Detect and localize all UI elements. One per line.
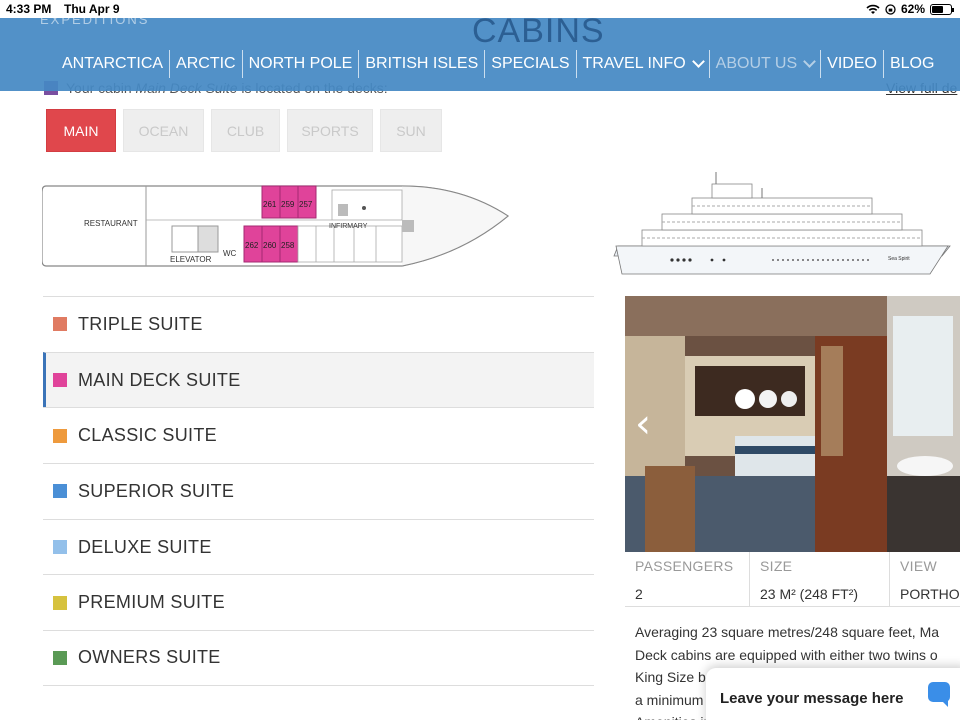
suite-triple-suite[interactable]: TRIPLE SUITE [43, 296, 594, 352]
cabin-number[interactable]: 258 [281, 241, 295, 250]
cabin-number[interactable]: 261 [263, 200, 277, 209]
suite-color-swatch [53, 428, 67, 443]
spec-view: VIEW PORTHO [890, 552, 960, 606]
nav-item-label: SPECIALS [491, 55, 570, 72]
battery-icon [930, 3, 954, 15]
orientation-lock-icon [885, 3, 896, 15]
infirmary-label: INFIRMARY [329, 223, 368, 230]
nav-item-about-us[interactable]: ABOUT US [708, 50, 821, 78]
nav-item-specials[interactable]: SPECIALS [484, 50, 575, 78]
spec-label: SIZE [760, 558, 793, 574]
chevron-down-icon [691, 55, 705, 68]
nav-item-video[interactable]: VIDEO [820, 50, 883, 78]
deck-tab-sun[interactable]: SUN [380, 109, 442, 152]
nav-item-north-pole[interactable]: NORTH POLE [241, 50, 359, 78]
cabin-number[interactable]: 257 [299, 200, 313, 209]
nav-item-label: NORTH POLE [248, 55, 353, 72]
spec-passengers: PASSENGERS 2 [625, 552, 750, 606]
suite-color-swatch [53, 540, 67, 555]
suite-color-swatch [53, 650, 67, 665]
deck-tab-ocean[interactable]: OCEAN [123, 109, 204, 152]
spec-label: VIEW [900, 558, 937, 574]
nav-item-travel-info[interactable]: TRAVEL INFO [575, 50, 709, 78]
nav-item-label: VIDEO [827, 55, 877, 72]
spec-label: PASSENGERS [635, 558, 734, 574]
suite-list: TRIPLE SUITE MAIN DECK SUITE CLASSIC SUITE… [43, 296, 594, 686]
status-bar: 4:33 PM Thu Apr 9 62% [0, 0, 960, 18]
main-nav: EXPEDITIONS CABINS ANTARCTICA ARCTIC NORTH… [0, 18, 960, 91]
nav-item-british-isles[interactable]: BRITISH ISLES [358, 50, 484, 78]
elevator-label: ELEVATOR [170, 255, 212, 264]
gallery-prev-arrow-icon[interactable]: ‹ [635, 404, 651, 444]
cabin-photo [625, 296, 960, 552]
nav-item-label: BLOG [889, 55, 935, 72]
wc-label: WC [223, 249, 237, 258]
deck-tab-main[interactable]: MAIN [46, 109, 116, 152]
suite-name: CLASSIC SUITE [78, 425, 217, 446]
ship-name-label: Sea Spirit [888, 256, 910, 262]
logo[interactable]: EXPEDITIONS [40, 18, 260, 27]
nav-item-blog[interactable]: BLOG [882, 50, 940, 78]
cabin-number[interactable]: 259 [281, 200, 295, 209]
restaurant-label: RESTAURANT [84, 219, 138, 228]
suite-color-swatch [53, 317, 67, 332]
deck-tabs: MAIN OCEAN CLUB SPORTS SUN [46, 109, 442, 152]
suite-name: OWNERS SUITE [78, 647, 221, 668]
ship-profile-image: Sea Spirit [613, 172, 951, 275]
suite-name: SUPERIOR SUITE [78, 480, 235, 501]
suite-classic-suite[interactable]: CLASSIC SUITE [43, 407, 594, 463]
cabin-specs: PASSENGERS 2 SIZE 23 M² (248 FT²) VIEW PORTHO [625, 552, 960, 607]
suite-name: PREMIUM SUITE [78, 592, 225, 613]
suite-premium-suite[interactable]: PREMIUM SUITE [43, 574, 594, 630]
suite-name: MAIN DECK SUITE [78, 369, 241, 390]
nav-item-arctic[interactable]: ARCTIC [169, 50, 242, 78]
cabin-photo-gallery[interactable]: ‹ [625, 296, 960, 552]
suite-name: TRIPLE SUITE [78, 313, 203, 334]
suite-color-swatch [53, 373, 67, 388]
suite-deluxe-suite[interactable]: DELUXE SUITE [43, 518, 594, 575]
spec-size: SIZE 23 M² (248 FT²) [750, 552, 890, 606]
battery-percent: 62% [900, 2, 925, 16]
page-title: CABINS [472, 18, 605, 50]
suite-superior-suite[interactable]: SUPERIOR SUITE [43, 463, 594, 519]
wifi-icon [866, 4, 880, 14]
nav-item-label: ANTARCTICA [62, 55, 164, 72]
suite-color-swatch [53, 595, 67, 610]
description-line: Deck cabins are equipped with either two… [635, 646, 938, 663]
suite-owners-suite[interactable]: OWNERS SUITE [43, 630, 594, 686]
cabin-number[interactable]: 260 [263, 241, 277, 250]
chat-bubble-icon[interactable] [928, 682, 950, 707]
nav-item-label: BRITISH ISLES [365, 55, 479, 72]
chevron-down-icon [803, 55, 817, 68]
spec-value: 23 M² (248 FT²) [760, 586, 859, 602]
nav-item-label: ABOUT US [715, 55, 798, 72]
nav-item-antarctica[interactable]: ANTARCTICA [56, 50, 169, 78]
deck-plan: RESTAURANT ELEVATOR WC INFIRMARY 261 259 2… [42, 185, 510, 267]
status-time: 4:33 PM [6, 2, 52, 16]
chat-label: Leave your message here [720, 689, 904, 707]
description-line: Averaging 23 square metres/248 square fe… [635, 624, 940, 640]
suite-color-swatch [53, 484, 67, 499]
deck-tab-club[interactable]: CLUB [211, 109, 280, 152]
suite-name: DELUXE SUITE [78, 536, 212, 557]
deck-tab-sports[interactable]: SPORTS [287, 109, 373, 152]
suite-main-deck-suite[interactable]: MAIN DECK SUITE [43, 351, 594, 408]
spec-value: 2 [635, 586, 643, 602]
spec-value: PORTHO [900, 586, 960, 602]
chat-widget[interactable]: Leave your message here [706, 668, 960, 720]
status-date: Thu Apr 9 [64, 2, 120, 16]
cabin-number[interactable]: 262 [245, 241, 259, 250]
nav-item-label: ARCTIC [176, 55, 236, 72]
nav-item-label: TRAVEL INFO [582, 55, 686, 72]
